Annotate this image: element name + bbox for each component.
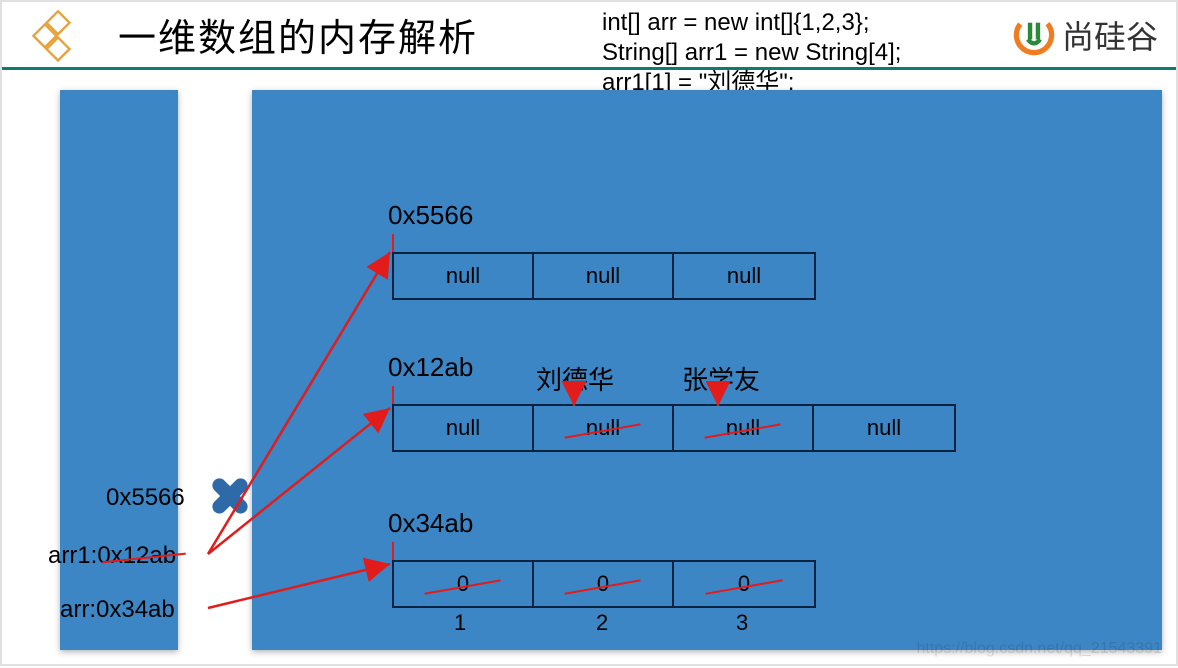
strike-line	[106, 542, 182, 570]
brand-icon	[1012, 13, 1056, 57]
cross-icon	[208, 474, 252, 518]
index-label: 2	[596, 610, 608, 636]
heap-array-3: 0 0 0	[392, 560, 816, 608]
watermark: https://blog.csdn.net/qq_21543391	[916, 640, 1162, 658]
brand-logo: 尚硅谷	[1012, 12, 1158, 58]
tick-mark	[392, 386, 394, 404]
tick-mark	[392, 542, 394, 560]
diamond-icon	[20, 6, 78, 64]
heap-array-2: null null null null	[392, 404, 956, 452]
array-cell: null	[534, 406, 674, 450]
index-label: 3	[736, 610, 748, 636]
stack-arr-label: arr:0x34ab	[60, 596, 175, 624]
heap-addr-2: 0x12ab	[388, 352, 473, 383]
array-cell: null	[814, 406, 954, 450]
page-title: 一维数组的内存解析	[118, 7, 478, 62]
overwrite-label-2: 张学友	[682, 360, 760, 397]
brand-text: 尚硅谷	[1062, 12, 1158, 58]
array-cell: null	[674, 254, 814, 298]
stack-arr1-label: arr1:0x12ab	[48, 542, 176, 570]
header-bar: 一维数组的内存解析 尚硅谷	[2, 2, 1176, 70]
heap-addr-3: 0x34ab	[388, 508, 473, 539]
array-cell: null	[534, 254, 674, 298]
overwrite-label-1: 刘德华	[536, 360, 614, 397]
heap-addr-1: 0x5566	[388, 200, 473, 231]
array-cell: null	[394, 406, 534, 450]
array-cell: 0	[394, 562, 534, 606]
array-cell: 0	[534, 562, 674, 606]
array-cell: null	[394, 254, 534, 298]
index-label: 1	[454, 610, 466, 636]
tick-mark	[392, 234, 394, 252]
stack-new-addr: 0x5566	[106, 484, 185, 512]
array-cell: 0	[674, 562, 814, 606]
heap-array-1: null null null	[392, 252, 816, 300]
array-cell: null	[674, 406, 814, 450]
